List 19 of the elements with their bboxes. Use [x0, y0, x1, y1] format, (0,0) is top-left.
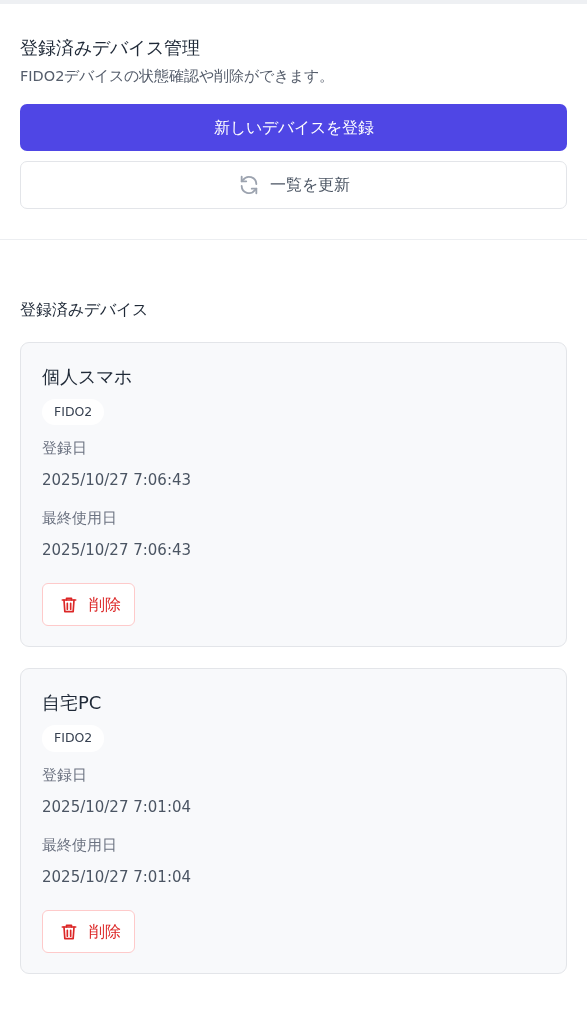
refresh-button[interactable]: 一覧を更新: [20, 161, 567, 210]
last-used-date: 2025/10/27 7:01:04: [42, 866, 193, 888]
registered-label: 登録日: [42, 438, 88, 460]
last-used-label: 最終使用日: [42, 508, 118, 530]
device-name: 自宅PC: [42, 691, 103, 716]
page-description: FIDO2デバイスの状態確認や削除ができます。: [20, 66, 336, 86]
last-used-label: 最終使用日: [42, 835, 118, 857]
type-tag: FIDO2: [42, 725, 105, 753]
registered-date: 2025/10/27 7:06:43: [42, 469, 193, 491]
delete-button[interactable]: 削除: [42, 583, 135, 627]
registered-label: 登録日: [42, 765, 88, 787]
page-title: 登録済みデバイス管理: [20, 37, 201, 59]
device-name: 個人スマホ: [42, 364, 133, 389]
section-title: 登録済みデバイス: [20, 300, 149, 320]
delete-button[interactable]: 削除: [42, 910, 135, 954]
type-tag: FIDO2: [42, 398, 105, 426]
registered-date: 2025/10/27 7:01:04: [42, 796, 193, 818]
last-used-date: 2025/10/27 7:06:43: [42, 539, 193, 561]
register-button[interactable]: 新しいデバイスを登録: [20, 104, 567, 152]
